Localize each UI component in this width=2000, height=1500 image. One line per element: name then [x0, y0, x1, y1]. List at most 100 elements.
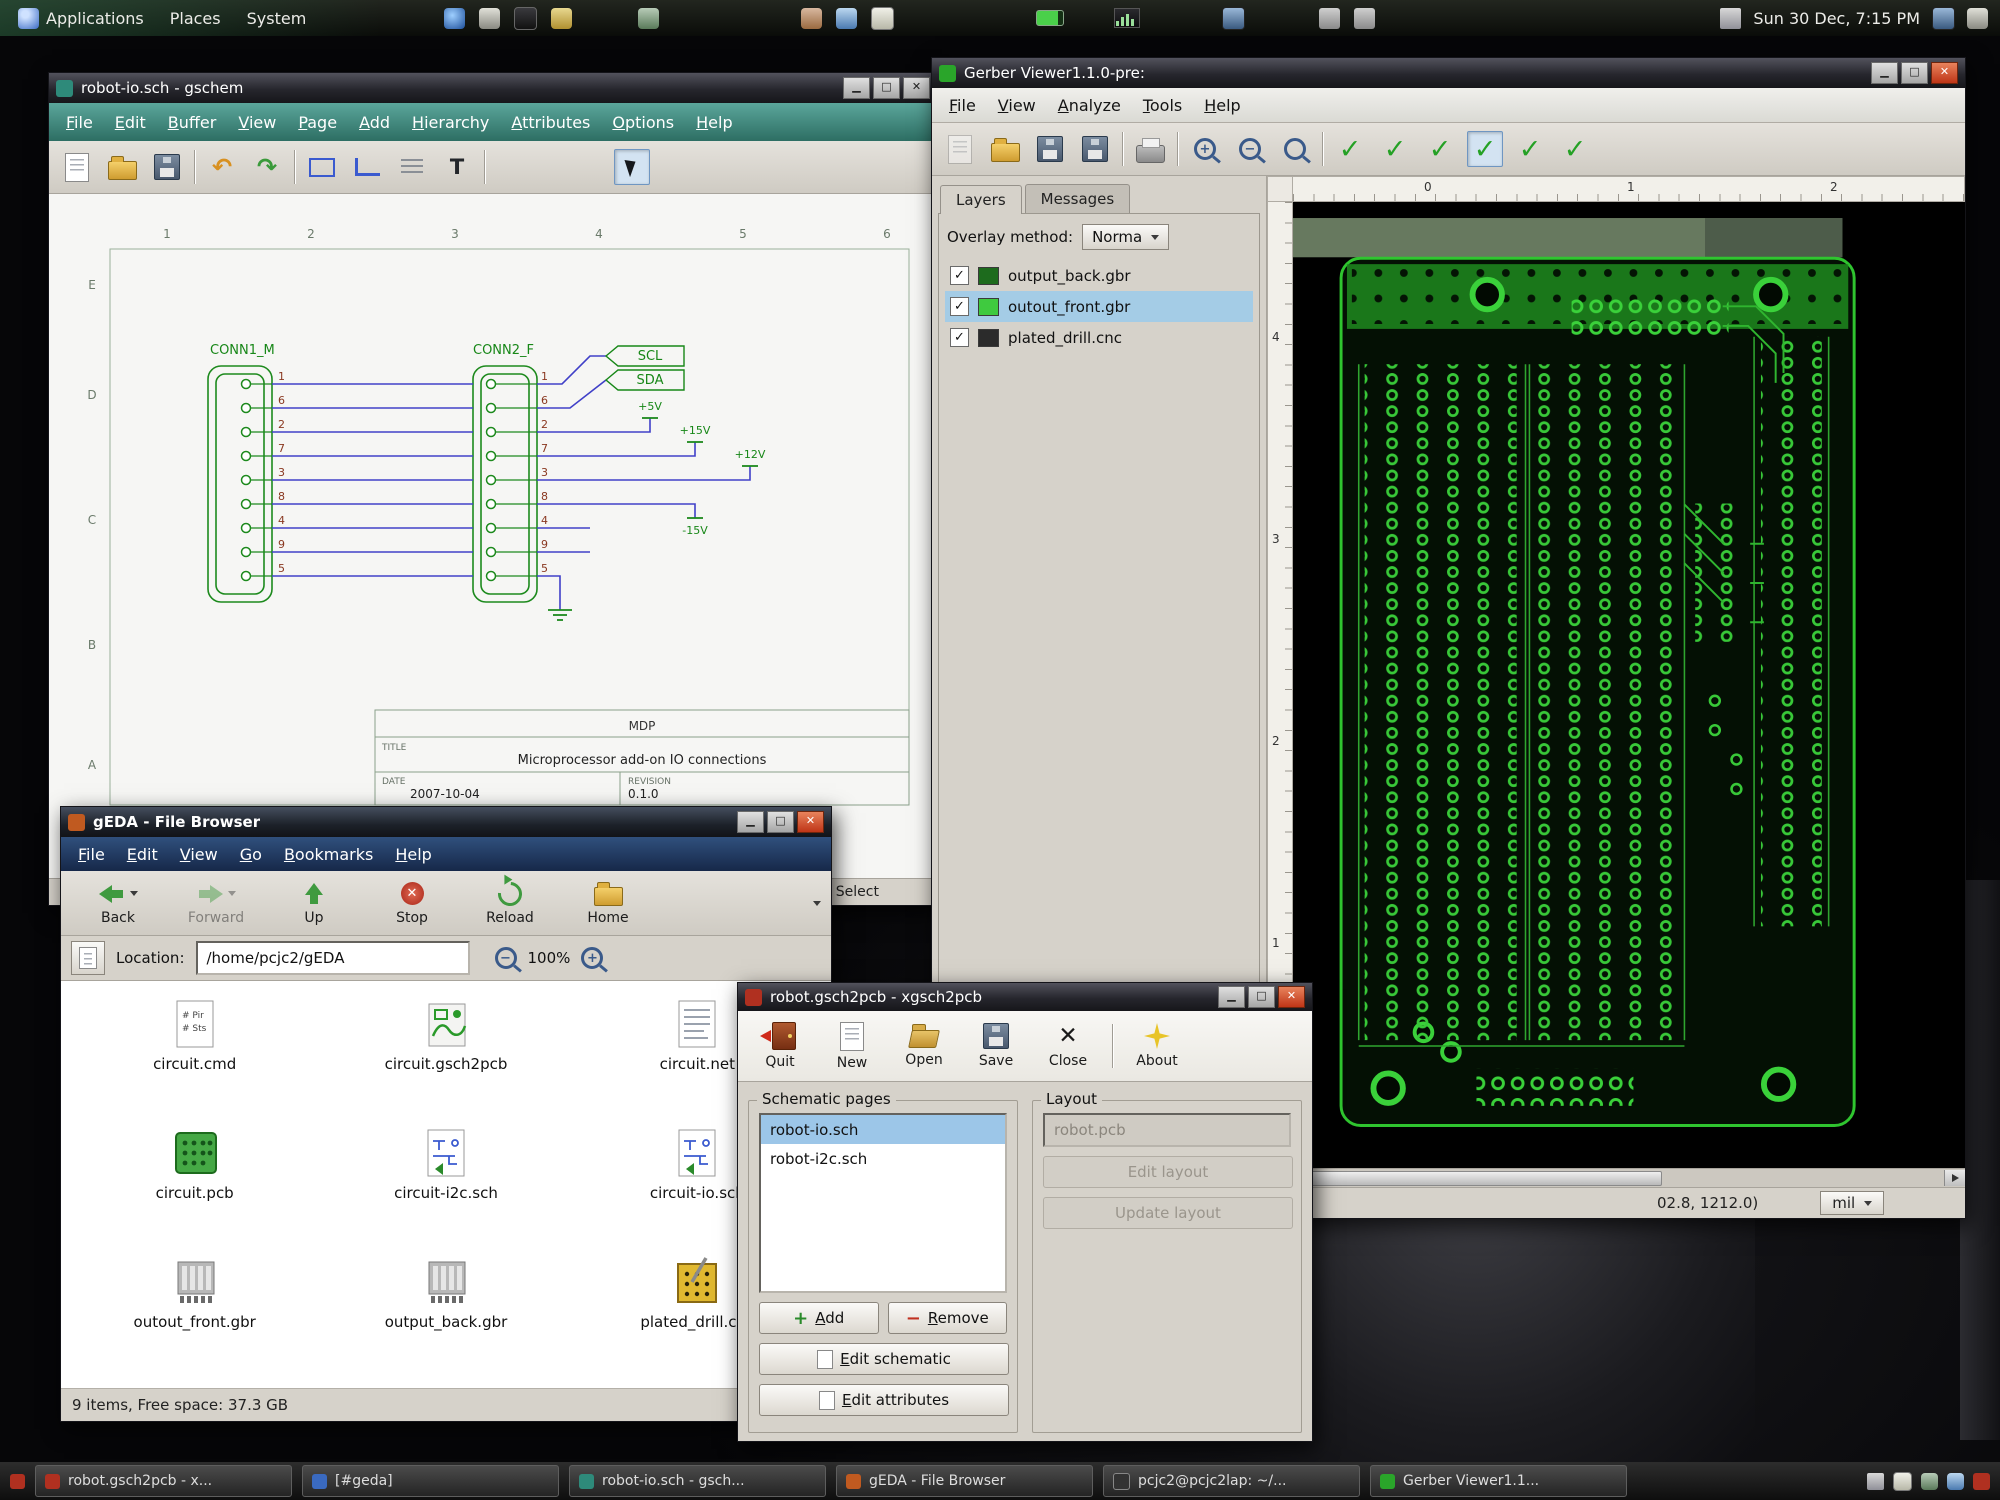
fb-menu-help[interactable]: Help [384, 840, 442, 869]
gschem-menu-add[interactable]: Add [348, 108, 401, 137]
scroll-right-button[interactable] [1944, 1170, 1965, 1186]
places-menu[interactable]: Places [164, 7, 227, 30]
zoom-out-icon[interactable] [495, 947, 517, 969]
layer-checkbox[interactable] [950, 297, 969, 316]
chat-icon[interactable] [836, 8, 857, 29]
gschem-menu-buffer[interactable]: Buffer [157, 108, 228, 137]
gerber-menu-tools[interactable]: Tools [1132, 91, 1193, 120]
gschem-maximize-button[interactable]: □ [873, 77, 900, 99]
save-button[interactable]: Save [968, 1015, 1024, 1077]
tray-alert-icon[interactable] [1973, 1473, 1990, 1490]
scrollbar-thumb[interactable] [1269, 1171, 1662, 1186]
fb-menu-edit[interactable]: Edit [116, 840, 169, 869]
file-item[interactable]: circuit.gsch2pcb [320, 991, 571, 1120]
location-edit-button[interactable] [71, 941, 105, 975]
add-component-button[interactable] [304, 149, 340, 185]
undo-button[interactable] [204, 149, 240, 185]
location-input[interactable]: /home/pcjc2/gEDA [196, 941, 470, 975]
battery-icon[interactable] [1036, 10, 1064, 26]
add-net-button[interactable] [349, 149, 385, 185]
layer-color-swatch[interactable] [978, 267, 999, 285]
schematic-canvas[interactable]: 1 2 3 4 5 6 E D C B A CONN1_M [49, 194, 937, 878]
layer-visible-button-6[interactable] [1557, 131, 1593, 167]
home-button[interactable]: Home [561, 878, 655, 929]
fb-menu-bookmarks[interactable]: Bookmarks [273, 840, 384, 869]
horizontal-scrollbar[interactable] [1267, 1168, 1965, 1187]
network-icon[interactable] [1720, 8, 1741, 29]
mail-launcher-icon[interactable] [479, 8, 500, 29]
tray-status-icon[interactable] [1921, 1473, 1938, 1490]
layer-visible-button-3[interactable] [1422, 131, 1458, 167]
list-item[interactable]: robot-i2c.sch [761, 1144, 1005, 1173]
save-file-button[interactable] [149, 149, 185, 185]
terminal-launcher-icon[interactable] [514, 7, 537, 30]
pcb-render-canvas[interactable] [1293, 202, 1965, 1168]
update-layout-button[interactable]: Update layout [1043, 1197, 1293, 1229]
x2p-maximize-button[interactable]: □ [1248, 986, 1275, 1008]
file-item[interactable]: circuit.pcb [69, 1120, 320, 1249]
units-dropdown[interactable]: mil [1820, 1191, 1884, 1215]
fb-titlebar[interactable]: gEDA - File Browser ▁ □ ✕ [61, 807, 831, 837]
gerber-export-button[interactable] [1077, 131, 1113, 167]
gschem-menu-options[interactable]: Options [601, 108, 685, 137]
gschem-menu-attributes[interactable]: Attributes [500, 108, 601, 137]
keyboard-icon[interactable] [1967, 8, 1988, 29]
gerber-menu-file[interactable]: File [938, 91, 987, 120]
forward-button[interactable]: Forward [169, 878, 263, 929]
layer-visible-button-4[interactable] [1467, 131, 1503, 167]
taskbar-item-irc[interactable]: [#geda] [302, 1465, 559, 1497]
open-button[interactable]: Open [896, 1015, 952, 1077]
gerber-menu-view[interactable]: View [987, 91, 1047, 120]
back-button[interactable]: Back [71, 878, 165, 929]
tab-layers[interactable]: Layers [940, 185, 1022, 214]
file-item[interactable]: circuit-i2c.sch [320, 1120, 571, 1249]
screen-lock-icon[interactable] [1932, 7, 1955, 30]
gerber-minimize-button[interactable]: ▁ [1871, 62, 1898, 84]
fb-maximize-button[interactable]: □ [767, 811, 794, 833]
tray-signal-icon[interactable] [1867, 1473, 1884, 1490]
file-item[interactable]: output_back.gbr [320, 1249, 571, 1378]
fb-menu-file[interactable]: File [67, 840, 116, 869]
gschem-menu-page[interactable]: Page [287, 108, 348, 137]
x2p-minimize-button[interactable]: ▁ [1218, 986, 1245, 1008]
notes-icon[interactable] [871, 7, 894, 30]
gschem-menu-file[interactable]: File [55, 108, 104, 137]
new-file-button[interactable] [59, 149, 95, 185]
file-item[interactable]: # Pir# Sts circuit.cmd [69, 991, 320, 1120]
layer-row[interactable]: output_back.gbr [945, 260, 1253, 291]
open-file-button[interactable] [104, 149, 140, 185]
add-page-button[interactable]: Add [759, 1302, 879, 1334]
layer-checkbox[interactable] [950, 266, 969, 285]
layer-visible-button-5[interactable] [1512, 131, 1548, 167]
tray-display-icon[interactable] [1947, 1473, 1964, 1490]
gerber-maximize-button[interactable]: □ [1901, 62, 1928, 84]
printer2-icon[interactable] [1354, 8, 1375, 29]
fb-close-button[interactable]: ✕ [797, 811, 824, 833]
about-button[interactable]: About [1129, 1015, 1185, 1077]
overlay-method-dropdown[interactable]: Norma [1082, 224, 1169, 250]
gschem-close-button[interactable]: ✕ [903, 77, 930, 99]
gerber-menu-help[interactable]: Help [1193, 91, 1251, 120]
close-button[interactable]: Close [1040, 1015, 1096, 1077]
zoom-in-icon[interactable] [581, 947, 603, 969]
taskbar-item-xgsch2pcb[interactable]: robot.gsch2pcb - x... [35, 1465, 292, 1497]
gerber-save-button[interactable] [1032, 131, 1068, 167]
gerber-menu-analyze[interactable]: Analyze [1047, 91, 1132, 120]
file-item[interactable]: outout_front.gbr [69, 1249, 320, 1378]
system-menu[interactable]: System [241, 7, 313, 30]
layer-visible-button-1[interactable] [1332, 131, 1368, 167]
edit-schematic-button[interactable]: Edit schematic [759, 1343, 1009, 1375]
fb-minimize-button[interactable]: ▁ [737, 811, 764, 833]
x2p-close-button[interactable]: ✕ [1278, 986, 1305, 1008]
package-icon[interactable] [801, 8, 822, 29]
add-bus-button[interactable] [394, 149, 430, 185]
x2p-titlebar[interactable]: robot.gsch2pcb - xgsch2pcb ▁ □ ✕ [738, 983, 1312, 1011]
applications-menu[interactable]: Applications [12, 6, 150, 31]
system-monitor-icon[interactable] [1114, 8, 1140, 28]
layer-checkbox[interactable] [950, 328, 969, 347]
gerber-titlebar[interactable]: Gerber Viewer1.1.0-pre: ▁ □ ✕ [932, 58, 1965, 88]
zoom-fit-button[interactable] [1277, 131, 1313, 167]
tab-messages[interactable]: Messages [1025, 184, 1131, 213]
layer-color-swatch[interactable] [978, 329, 999, 347]
edit-attributes-button[interactable]: Edit attributes [759, 1384, 1009, 1416]
